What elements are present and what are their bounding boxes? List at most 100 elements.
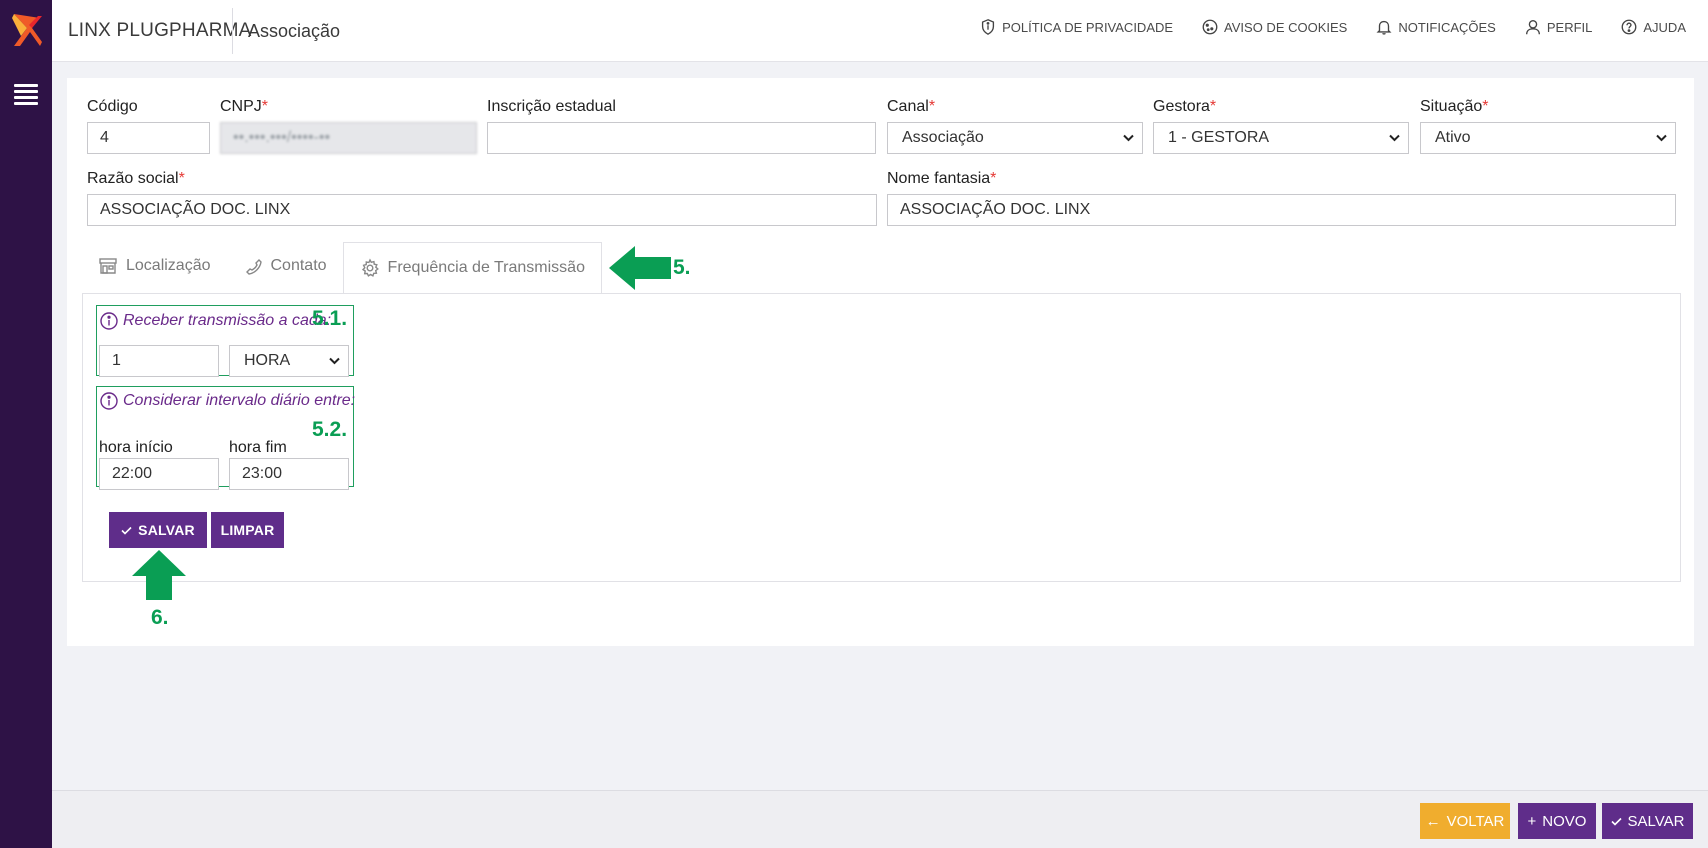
- check-icon: [121, 526, 132, 535]
- header-links: POLÍTICA DE PRIVACIDADE AVISO DE COOKIES…: [951, 18, 1686, 36]
- canal-select[interactable]: Associação: [887, 122, 1143, 154]
- sidebar: [0, 0, 52, 848]
- annotation-arrow-left: [609, 246, 671, 290]
- phone-icon: [245, 259, 262, 275]
- association-form-card: Código 4 CNPJ* ••.•••.•••/••••-•• Inscri…: [67, 78, 1694, 646]
- daily-interval-info: Considerar intervalo diário entre:: [99, 391, 355, 411]
- gear-icon: [361, 258, 379, 277]
- nome-fantasia-field: Nome fantasia* ASSOCIAÇÃO DOC. LINX: [887, 170, 1676, 226]
- interval-unit-select[interactable]: HORA: [229, 345, 349, 377]
- receive-interval-label: Receber transmissão a cada:: [123, 312, 332, 329]
- header-divider: [232, 8, 233, 54]
- help-link[interactable]: AJUDA: [1620, 18, 1686, 36]
- annotation-label-5-1: 5.1.: [312, 307, 348, 330]
- tab-contato-label: Contato: [270, 257, 327, 274]
- gestora-select-value: 1 - GESTORA: [1168, 129, 1270, 146]
- annotation-label-6: 6.: [151, 606, 169, 629]
- canal-field: Canal* Associação: [887, 98, 1143, 154]
- canal-select-value: Associação: [902, 129, 984, 146]
- razao-social-input[interactable]: ASSOCIAÇÃO DOC. LINX: [87, 194, 877, 226]
- frequency-tab-panel: Receber transmissão a cada: 5.1. 1 HORA …: [82, 293, 1681, 600]
- start-time-input[interactable]: 22:00: [99, 458, 219, 490]
- privacy-policy-label: POLÍTICA DE PRIVACIDADE: [1002, 19, 1174, 35]
- tab-frequencia-label: Frequência de Transmissão: [387, 259, 585, 276]
- bell-icon: [1376, 20, 1392, 35]
- user-icon: [1525, 20, 1540, 35]
- privacy-policy-link[interactable]: POLÍTICA DE PRIVACIDADE: [979, 18, 1173, 36]
- situacao-select-value: Ativo: [1435, 129, 1471, 146]
- daily-interval-label: Considerar intervalo diário entre:: [123, 392, 356, 409]
- tab-bar: Localização Contato Frequência de Transm…: [82, 240, 602, 294]
- plus-icon: +: [1527, 812, 1537, 830]
- cnpj-input: ••.•••.•••/••••-••: [220, 122, 477, 154]
- situacao-label: Situação*: [1420, 98, 1489, 115]
- profile-link[interactable]: PERFIL: [1524, 18, 1593, 36]
- cookies-notice-label: AVISO DE COOKIES: [1224, 19, 1348, 35]
- new-label: NOVO: [1542, 812, 1587, 830]
- profile-label: PERFIL: [1546, 19, 1593, 35]
- gestora-label: Gestora*: [1153, 98, 1217, 115]
- receive-interval-info: Receber transmissão a cada:: [99, 311, 331, 331]
- clear-frequency-label: LIMPAR: [220, 522, 275, 538]
- chevron-down-icon: [1123, 134, 1134, 142]
- top-header: LINX PLUGPHARMA Associação POLÍTICA DE P…: [52, 0, 1708, 62]
- codigo-field: Código 4: [87, 98, 210, 154]
- back-label: VOLTAR: [1446, 812, 1505, 830]
- cookies-notice-link[interactable]: AVISO DE COOKIES: [1201, 18, 1347, 36]
- interval-unit-value: HORA: [244, 352, 291, 369]
- tab-contato[interactable]: Contato: [227, 240, 343, 292]
- end-time-input[interactable]: 23:00: [229, 458, 349, 490]
- info-icon[interactable]: [99, 311, 119, 331]
- footer-save-button[interactable]: SALVAR: [1602, 803, 1693, 839]
- annotation-arrow-up: [132, 550, 186, 600]
- canal-label: Canal*: [887, 98, 936, 115]
- nome-fantasia-label: Nome fantasia*: [887, 170, 997, 187]
- arrow-left-icon: ←: [1425, 812, 1441, 830]
- tab-frequencia-transmissao[interactable]: Frequência de Transmissão: [342, 242, 602, 294]
- inscricao-field: Inscrição estadual: [487, 98, 876, 154]
- check-icon: [1610, 817, 1622, 826]
- start-time-label: hora início: [99, 439, 173, 456]
- inscricao-input[interactable]: [487, 122, 876, 154]
- gestora-select[interactable]: 1 - GESTORA: [1153, 122, 1409, 154]
- situacao-field: Situação* Ativo: [1420, 98, 1676, 154]
- tab-localizacao[interactable]: Localização: [82, 240, 227, 292]
- save-frequency-label: SALVAR: [138, 522, 195, 538]
- page-title: Associação: [248, 21, 341, 41]
- end-time-label: hora fim: [229, 439, 287, 456]
- codigo-label: Código: [87, 98, 138, 115]
- new-button[interactable]: + NOVO: [1518, 803, 1596, 839]
- footer-save-label: SALVAR: [1627, 812, 1685, 830]
- chevron-down-icon: [1656, 134, 1667, 142]
- nome-fantasia-input[interactable]: ASSOCIAÇÃO DOC. LINX: [887, 194, 1676, 226]
- inscricao-label: Inscrição estadual: [487, 98, 616, 115]
- razao-social-field: Razão social* ASSOCIAÇÃO DOC. LINX: [87, 170, 877, 226]
- brand-name[interactable]: LINX PLUGPHARMA: [68, 20, 252, 42]
- codigo-input[interactable]: 4: [87, 122, 210, 154]
- notifications-link[interactable]: NOTIFICAÇÕES: [1375, 18, 1496, 36]
- gestora-field: Gestora* 1 - GESTORA: [1153, 98, 1409, 154]
- back-button[interactable]: ← VOLTAR: [1420, 803, 1510, 839]
- razao-social-label: Razão social*: [87, 170, 185, 187]
- info-icon[interactable]: [99, 391, 119, 411]
- chevron-down-icon: [329, 357, 340, 365]
- cnpj-label: CNPJ*: [220, 98, 269, 115]
- annotation-label-5-2: 5.2.: [312, 418, 348, 441]
- menu-icon[interactable]: [14, 84, 38, 106]
- clear-frequency-button[interactable]: LIMPAR: [211, 512, 284, 548]
- tab-localizacao-label: Localização: [126, 257, 211, 274]
- annotation-label-5: 5.: [673, 256, 691, 279]
- situacao-select[interactable]: Ativo: [1420, 122, 1676, 154]
- cookie-icon: [1202, 19, 1218, 35]
- save-frequency-button[interactable]: SALVAR: [109, 512, 207, 548]
- help-label: AJUDA: [1643, 19, 1686, 35]
- chevron-down-icon: [1389, 134, 1400, 142]
- notifications-label: NOTIFICAÇÕES: [1398, 19, 1496, 35]
- store-icon: [99, 258, 117, 274]
- shield-icon: [982, 19, 995, 35]
- cnpj-field: CNPJ* ••.•••.•••/••••-••: [220, 98, 477, 154]
- linx-logo-icon[interactable]: [10, 12, 44, 48]
- help-icon: [1621, 19, 1637, 35]
- footer-action-bar: ← VOLTAR + NOVO SALVAR: [52, 790, 1708, 848]
- interval-value-input[interactable]: 1: [99, 345, 219, 377]
